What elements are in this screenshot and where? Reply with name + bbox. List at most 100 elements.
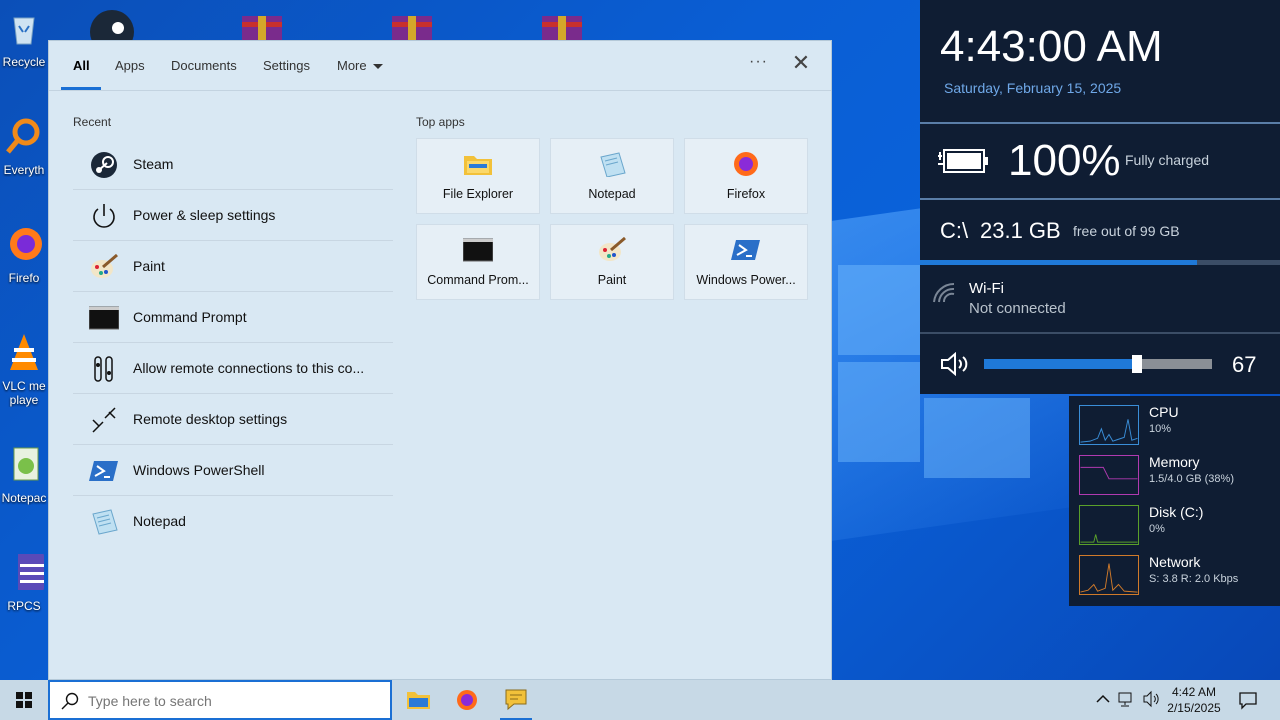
tab-settings[interactable]: Settings [263, 58, 310, 73]
paint-icon [91, 253, 118, 278]
battery-status: Fully charged [1125, 152, 1210, 168]
windows-logo-pane [838, 265, 920, 355]
windows-logo-pane [924, 398, 1030, 478]
powershell-icon [89, 461, 118, 481]
taskbar-search-box[interactable] [48, 680, 392, 720]
taskbar-chat-app[interactable] [496, 680, 536, 720]
taskbar-firefox[interactable] [447, 680, 487, 720]
widget-date: Saturday, February 15, 2025 [944, 80, 1122, 96]
chevron-up-icon[interactable] [1094, 690, 1112, 708]
drive-capacity: free out of 99 GB [1073, 223, 1180, 239]
search-input[interactable] [88, 690, 378, 712]
wifi-status: Not connected [969, 300, 1066, 317]
desktop-icon-recycle-bin[interactable]: Recycle [0, 8, 48, 69]
taskbar: 4:42 AM 2/15/2025 [0, 680, 1280, 720]
top-app-command-prompt[interactable]: Command Prom... [416, 224, 540, 300]
recent-item-command-prompt[interactable]: Command Prompt [73, 292, 393, 343]
windows-start-icon[interactable] [0, 680, 48, 720]
volume-fill [984, 359, 1137, 369]
perf-row-network: Network S: 3.8 R: 2.0 Kbps [1069, 546, 1280, 596]
desktop-icon-vlc[interactable]: VLC me playe [0, 332, 48, 407]
taskbar-file-explorer[interactable] [398, 680, 438, 720]
winrar-desktop-icon[interactable] [388, 6, 436, 40]
desktop-icon-label: Notepac [1, 491, 47, 505]
notepadpp-icon [13, 447, 39, 481]
recycle-bin-icon [13, 17, 35, 45]
desktop-icon-label: playe [9, 393, 39, 407]
everything-search-icon [6, 118, 40, 154]
remote-desktop-icon [92, 407, 116, 433]
tray-time: 4:42 AM [1171, 685, 1217, 699]
top-app-file-explorer[interactable]: File Explorer [416, 138, 540, 214]
recent-item-label: Allow remote connections to this co... [133, 360, 365, 376]
winrar-desktop-icon[interactable] [238, 6, 286, 40]
recent-item-notepad[interactable]: Notepad [73, 496, 393, 547]
drive-usage-bar [920, 260, 1280, 265]
perf-value: 1.5/4.0 GB (38%) [1149, 473, 1234, 485]
volume-value: 67 [1232, 352, 1257, 377]
performance-widget: CPU 10% Memory 1.5/4.0 GB (38%) Disk (C:… [1069, 396, 1280, 606]
speaker-icon[interactable] [940, 352, 970, 376]
recent-item-label: Command Prompt [133, 309, 247, 325]
notifications-icon[interactable] [1238, 690, 1258, 710]
volume-slider-thumb[interactable] [1131, 355, 1142, 373]
desktop-icon-label: RPCS [7, 599, 41, 613]
top-app-firefox[interactable]: Firefox [684, 138, 808, 214]
active-tab-indicator [61, 87, 101, 90]
tab-more-label: More [337, 58, 367, 73]
desktop-icon-everything[interactable]: Everyth [0, 116, 48, 177]
recent-item-label: Remote desktop settings [133, 411, 288, 427]
top-app-label: Windows Power... [696, 273, 796, 287]
rpcs3-icon [18, 554, 48, 590]
tray-date: 2/15/2025 [1167, 701, 1221, 715]
perf-row-memory: Memory 1.5/4.0 GB (38%) [1069, 446, 1280, 496]
power-icon [93, 204, 115, 228]
top-apps-title: Top apps [416, 115, 465, 129]
top-app-paint[interactable]: Paint [550, 224, 674, 300]
close-icon[interactable]: ✕ [791, 52, 811, 74]
desktop-icon-label: VLC me [2, 379, 46, 393]
volume-icon[interactable] [1142, 690, 1160, 708]
network-graph-icon [1079, 555, 1139, 595]
recent-item-label: Windows PowerShell [133, 462, 265, 478]
search-tabs: All Apps Documents Settings More ··· ✕ [49, 41, 831, 91]
recent-item-label: Notepad [133, 513, 186, 529]
widget-divider [920, 122, 1280, 124]
battery-icon [938, 149, 988, 173]
recent-item-paint[interactable]: Paint [73, 241, 393, 292]
vlc-icon [10, 334, 38, 370]
recent-item-steam[interactable]: Steam [73, 139, 393, 190]
more-options-icon[interactable]: ··· [749, 53, 768, 71]
remote-settings-icon [94, 356, 113, 382]
command-prompt-icon [89, 306, 119, 330]
desktop-icon-rpcs[interactable]: RPCS [0, 552, 48, 613]
firefox-icon [734, 152, 758, 176]
tab-apps[interactable]: Apps [115, 58, 145, 73]
tab-all[interactable]: All [73, 58, 90, 73]
perf-name: Disk (C:) [1149, 504, 1204, 520]
tab-documents[interactable]: Documents [171, 58, 237, 73]
network-icon[interactable] [1118, 690, 1136, 708]
recent-item-power-sleep[interactable]: Power & sleep settings [73, 190, 393, 241]
battery-percent: 100% [1008, 136, 1121, 185]
recent-item-remote-desktop[interactable]: Remote desktop settings [73, 394, 393, 445]
desktop-icon-notepad[interactable]: Notepac [0, 444, 48, 505]
recent-item-remote-connections[interactable]: Allow remote connections to this co... [73, 343, 393, 394]
winrar-desktop-icon[interactable] [538, 6, 586, 40]
top-app-powershell[interactable]: Windows Power... [684, 224, 808, 300]
wifi-name: Wi-Fi [969, 280, 1004, 297]
command-prompt-icon [463, 238, 493, 262]
desktop-icon-firefox[interactable]: Firefo [0, 224, 48, 285]
tab-more[interactable]: More [337, 58, 383, 73]
volume-slider[interactable] [984, 359, 1212, 369]
perf-value: 10% [1149, 423, 1172, 435]
steam-desktop-icon[interactable] [88, 6, 136, 40]
drive-free-space: 23.1 GB [980, 218, 1061, 243]
notepad-icon [92, 509, 118, 535]
top-app-notepad[interactable]: Notepad [550, 138, 674, 214]
perf-row-cpu: CPU 10% [1069, 396, 1280, 446]
recent-item-powershell[interactable]: Windows PowerShell [73, 445, 393, 496]
tray-clock[interactable]: 4:42 AM 2/15/2025 [1162, 684, 1226, 716]
drive-label: C:\ [940, 218, 969, 243]
top-app-label: Notepad [588, 187, 636, 201]
